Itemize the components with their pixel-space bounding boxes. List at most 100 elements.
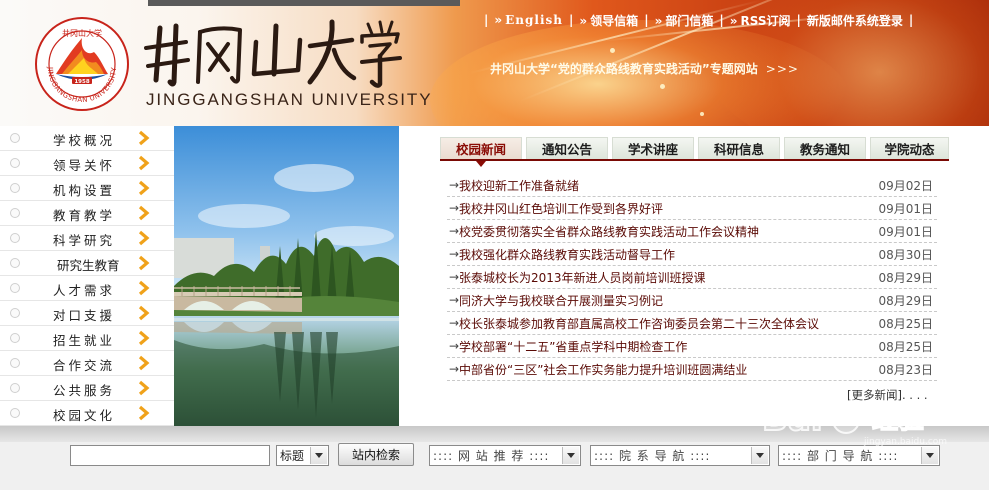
university-logo-icon[interactable]: JINGGANGSHAN UNIVERSITY 1958 井冈山大学: [34, 16, 130, 112]
search-scope-select[interactable]: 标题: [276, 445, 329, 466]
news-item[interactable]: → 张泰城校长为2013年新进人员岗前培训班授课 08月29日: [447, 266, 937, 289]
bullet-icon: [10, 333, 20, 343]
sidebar-item-label: 研究生教育: [57, 258, 120, 273]
news-title[interactable]: 校长张泰城参加教育部直属高校工作咨询委员会第二十三次全体会议: [459, 315, 877, 332]
department-nav-value: :::: 部 门 导 航 ::::: [782, 449, 899, 463]
tab-notices[interactable]: 通知公告: [526, 137, 608, 159]
sidebar-item-organization[interactable]: 机构设置: [0, 176, 174, 201]
sidebar-item-label: 校园文化: [53, 408, 116, 423]
tab-academic-lectures[interactable]: 学术讲座: [612, 137, 694, 159]
bullet-icon: [10, 233, 20, 243]
bullet-icon: [10, 158, 20, 168]
bullet-icon: [10, 133, 20, 143]
site-search-button[interactable]: 站内检索: [338, 443, 414, 466]
chevron-right-icon: [138, 405, 150, 421]
news-item[interactable]: → 我校井冈山红色培训工作受到各界好评 09月01日: [447, 197, 937, 220]
sidebar-item-label: 对口支援: [53, 308, 116, 323]
separator: |: [644, 13, 649, 27]
sidebar-item-graduate-education[interactable]: 研究生教育: [0, 251, 174, 276]
special-topic-link[interactable]: 井冈山大学“党的群众路线教育实践活动”专题网站 >>>: [490, 60, 799, 77]
news-date: 08月23日: [878, 362, 933, 377]
news-date: 08月30日: [878, 247, 933, 262]
news-list: → 我校迎新工作准备就绪 09月02日 → 我校井冈山红色培训工作受到各界好评 09月0…: [447, 174, 937, 381]
news-date: 09月02日: [878, 178, 933, 193]
bullet-icon: [10, 258, 20, 268]
news-title[interactable]: 校党委贯彻落实全省群众路线教育实践活动工作会议精神: [459, 223, 877, 240]
news-item[interactable]: → 校党委贯彻落实全省群众路线教育实践活动工作会议精神 09月01日: [447, 220, 937, 243]
arrow-right-icon: →: [449, 293, 460, 307]
bullet-icon: [10, 183, 20, 193]
news-tabs: 校园新闻 通知公告 学术讲座 科研信息 教务通知 学院动态: [440, 137, 949, 167]
link-department-mailbox[interactable]: » 部门信箱: [655, 12, 714, 29]
chevron-right-icon: [138, 380, 150, 396]
sidebar-item-label: 公共服务: [53, 383, 116, 398]
news-item[interactable]: → 校长张泰城参加教育部直属高校工作咨询委员会第二十三次全体会议 08月25日: [447, 312, 937, 335]
header-sparkle: [610, 48, 615, 53]
sidebar-item-cooperation-exchange[interactable]: 合作交流: [0, 351, 174, 376]
sidebar-nav: 学校概况 领导关怀 机构设置 教育教学 科学研究 研究生教育 人才需求 对口支援…: [0, 126, 174, 426]
chevron-right-icon: [138, 130, 150, 146]
link-rss[interactable]: » RSS订阅: [730, 12, 791, 29]
news-title[interactable]: 中部省份“三区”社会工作实务能力提升培训班圆满结业: [459, 361, 877, 378]
sidebar-item-education-teaching[interactable]: 教育教学: [0, 201, 174, 226]
chevron-down-icon: [562, 447, 579, 464]
sidebar-item-public-service[interactable]: 公共服务: [0, 376, 174, 401]
news-item[interactable]: → 我校强化群众路线教育实践活动督导工作 08月30日: [447, 243, 937, 266]
chevron-right-icon: [138, 355, 150, 371]
sidebar-item-label: 教育教学: [53, 208, 116, 223]
arrow-right-icon: →: [449, 339, 460, 353]
chevron-right-icon: [138, 230, 150, 246]
news-title[interactable]: 我校强化群众路线教育实践活动督导工作: [459, 246, 877, 263]
svg-text:1958: 1958: [74, 79, 89, 85]
arrow-right-icon: →: [449, 316, 460, 330]
header-top-strip: [148, 0, 460, 6]
site-recommend-select[interactable]: :::: 网 站 推 荐 ::::: [429, 445, 581, 466]
news-title[interactable]: 我校井冈山红色培训工作受到各界好评: [459, 200, 877, 217]
tab-campus-news[interactable]: 校园新闻: [440, 137, 522, 167]
news-panel: 校园新闻 通知公告 学术讲座 科研信息 教务通知 学院动态 → 我校迎新工作准备就…: [399, 126, 989, 426]
sidebar-item-leadership-care[interactable]: 领导关怀: [0, 151, 174, 176]
header-sparkle: [700, 112, 704, 116]
sidebar-item-label: 合作交流: [53, 358, 116, 373]
arrow-right-icon: →: [449, 247, 460, 261]
university-name-english: JINGGANGSHAN UNIVERSITY: [146, 90, 433, 109]
news-date: 08月25日: [878, 316, 933, 331]
sidebar-item-research[interactable]: 科学研究: [0, 226, 174, 251]
tab-research-info[interactable]: 科研信息: [698, 137, 780, 159]
news-title[interactable]: 我校迎新工作准备就绪: [459, 177, 877, 194]
sidebar-item-campus-culture[interactable]: 校园文化: [0, 401, 174, 426]
arrow-right-icon: →: [449, 224, 460, 238]
university-name-calligraphy[interactable]: [140, 12, 402, 92]
news-item[interactable]: → 中部省份“三区”社会工作实务能力提升培训班圆满结业 08月23日: [447, 358, 937, 381]
tab-academic-affairs[interactable]: 教务通知: [784, 137, 866, 159]
news-item[interactable]: → 学校部署“十二五”省重点学科中期检查工作 08月25日: [447, 335, 937, 358]
header-sparkle: [660, 84, 665, 89]
link-mail-login[interactable]: 新版邮件系统登录: [807, 12, 903, 29]
department-nav-select[interactable]: :::: 部 门 导 航 ::::: [778, 445, 940, 466]
chevron-right-icon: [138, 305, 150, 321]
news-title[interactable]: 同济大学与我校联合开展测量实习例记: [459, 292, 877, 309]
sidebar-item-label: 人才需求: [53, 283, 116, 298]
news-title[interactable]: 学校部署“十二五”省重点学科中期检查工作: [459, 338, 877, 355]
sidebar-item-admission-employment[interactable]: 招生就业: [0, 326, 174, 351]
chevron-right-icon: [138, 255, 150, 271]
news-date: 08月29日: [878, 270, 933, 285]
news-title[interactable]: 张泰城校长为2013年新进人员岗前培训班授课: [459, 269, 877, 286]
sidebar-item-talent-demand[interactable]: 人才需求: [0, 276, 174, 301]
news-item[interactable]: → 我校迎新工作准备就绪 09月02日: [447, 174, 937, 197]
bullet-icon: [10, 308, 20, 318]
sidebar-item-school-overview[interactable]: 学校概况: [0, 126, 174, 151]
news-item[interactable]: → 同济大学与我校联合开展测量实习例记 08月29日: [447, 289, 937, 312]
header-banner: JINGGANGSHAN UNIVERSITY 1958 井冈山大学 JINGG…: [0, 0, 989, 126]
link-leader-mailbox[interactable]: » 领导信箱: [579, 12, 638, 29]
arrow-right-icon: →: [449, 270, 460, 284]
bullet-icon: [10, 208, 20, 218]
more-news-link[interactable]: [更多新闻]. . . .: [847, 387, 928, 403]
separator: |: [719, 13, 724, 27]
search-input[interactable]: [70, 445, 270, 466]
tab-college-news[interactable]: 学院动态: [870, 137, 949, 159]
college-nav-select[interactable]: :::: 院 系 导 航 ::::: [590, 445, 770, 466]
sidebar-item-paired-support[interactable]: 对口支援: [0, 301, 174, 326]
link-english[interactable]: » English: [494, 13, 563, 27]
sidebar-item-label: 招生就业: [53, 333, 116, 348]
